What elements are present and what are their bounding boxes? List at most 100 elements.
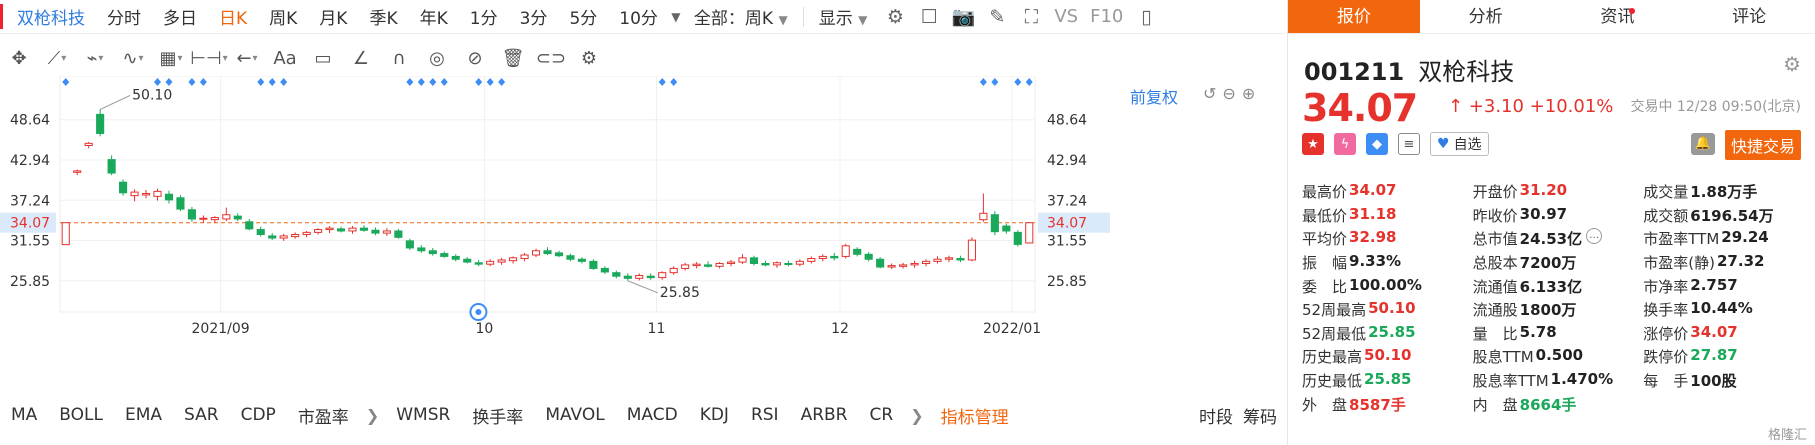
fullscreen-icon[interactable]: ⛶: [1018, 5, 1044, 29]
notes-icon[interactable]: ≡: [1398, 133, 1420, 155]
indicator-pe[interactable]: 市盈率: [287, 403, 360, 428]
period-10min[interactable]: 10分: [608, 4, 669, 29]
candle: [554, 250, 564, 258]
heart-icon: ♥: [1437, 136, 1450, 152]
period-daily-k[interactable]: 日K: [208, 4, 258, 29]
indicator-rsi[interactable]: RSI: [740, 405, 790, 425]
indicator-mavol[interactable]: MAVOL: [534, 405, 615, 425]
candle-body: [233, 215, 242, 220]
pencil-icon[interactable]: ✎: [984, 5, 1010, 29]
indicator-ema[interactable]: EMA: [114, 405, 173, 425]
period-3min[interactable]: 3分: [509, 4, 559, 29]
tab-quote[interactable]: 报价: [1288, 0, 1420, 33]
quick-trade-button[interactable]: 快捷交易: [1724, 130, 1801, 160]
candle-body: [658, 272, 667, 279]
indicator-ma[interactable]: MA: [0, 405, 48, 425]
camera-icon[interactable]: 📷: [950, 5, 976, 29]
indicator-kdj[interactable]: KDJ: [689, 405, 740, 425]
adjust-mode-button[interactable]: 前复权: [1130, 84, 1178, 108]
chevron-right-icon[interactable]: ❯: [904, 406, 929, 425]
trash-icon[interactable]: 🗑: [494, 43, 532, 73]
stat-cell: 股息率TTM 1.470%: [1473, 370, 1644, 391]
stat-value: 1.88万手: [1690, 183, 1758, 202]
indicator-wmsr[interactable]: WMSR: [385, 405, 461, 425]
candle: [314, 228, 323, 235]
comment-icon[interactable]: ▭: [304, 43, 342, 73]
period-multiday[interactable]: 多日: [152, 4, 208, 29]
chip-button[interactable]: 筹码: [1243, 403, 1277, 428]
period-1min[interactable]: 1分: [459, 4, 509, 29]
tag-icon[interactable]: ◆: [1366, 133, 1388, 155]
bell-icon[interactable]: 🔔: [1691, 133, 1715, 155]
tab-news[interactable]: 资讯: [1552, 0, 1684, 33]
zoom-out-icon[interactable]: ⊖: [1222, 84, 1235, 103]
chart-pattern-icon[interactable]: ▦ ▾: [152, 43, 190, 73]
indicator-sar[interactable]: SAR: [173, 405, 230, 425]
indicator-macd[interactable]: MACD: [616, 405, 689, 425]
chevron-down-icon[interactable]: ▼: [669, 5, 683, 29]
add-watchlist-button[interactable]: ♥ 自选: [1430, 132, 1489, 156]
candlestick-chart[interactable]: 48.64 48.64 42.94 42.94 37.24 37.24 31.55 31.55…: [0, 76, 1285, 396]
reset-icon[interactable]: ↺: [1203, 84, 1216, 103]
range-tool-icon[interactable]: ⊢⊣ ▾: [190, 43, 228, 73]
f10-button[interactable]: F10: [1084, 6, 1129, 27]
display-menu[interactable]: 显示 ▼: [808, 4, 879, 29]
indicator-cdp[interactable]: CDP: [230, 405, 287, 425]
eye-icon[interactable]: ◎: [418, 43, 456, 73]
candle: [921, 259, 931, 267]
lightning-icon[interactable]: ϟ: [1334, 133, 1356, 155]
candle-body: [669, 267, 678, 274]
candle: [681, 262, 690, 271]
stat-label: 历史最高: [1302, 348, 1363, 367]
indicator-boll[interactable]: BOLL: [48, 405, 114, 425]
candle: [84, 141, 93, 149]
tab-analysis[interactable]: 分析: [1420, 0, 1552, 33]
candle-body: [291, 234, 300, 238]
candle-body: [543, 250, 552, 255]
wave-tool-icon[interactable]: ∿ ▾: [114, 43, 152, 73]
candle-body: [279, 235, 288, 239]
indicator-cr[interactable]: CR: [859, 405, 905, 425]
candle: [1002, 223, 1011, 234]
line-tool-icon[interactable]: ⟋ ▾: [38, 43, 76, 73]
period-yearly-k[interactable]: 年K: [409, 4, 459, 29]
stock-name-tab[interactable]: 双枪科技: [0, 4, 96, 29]
period-quarterly-k[interactable]: 季K: [358, 4, 408, 29]
candle: [623, 273, 632, 281]
stat-value: 29.24: [1721, 228, 1769, 247]
settings-icon[interactable]: ⚙: [570, 43, 608, 73]
time-segment-button[interactable]: 时段: [1199, 403, 1233, 428]
period-weekly-k[interactable]: 周K: [258, 4, 308, 29]
polyline-tool-icon[interactable]: ⌁ ▾: [76, 43, 114, 73]
y-tick-label-left: 31.55: [10, 234, 50, 250]
hide-icon[interactable]: ⊘: [456, 43, 494, 73]
move-icon[interactable]: ✥: [0, 43, 38, 73]
range-select[interactable]: 全部：周K ▼: [683, 4, 799, 29]
chevron-right-icon[interactable]: ❯: [360, 406, 385, 425]
gear-icon[interactable]: ⚙: [1783, 52, 1801, 76]
more-icon[interactable]: …: [1586, 228, 1603, 245]
stat-value: 24.53亿: [1519, 230, 1583, 249]
tab-comments[interactable]: 评论: [1683, 0, 1815, 33]
compare-button[interactable]: VS: [1048, 6, 1084, 27]
square-icon[interactable]: ☐: [916, 5, 942, 29]
magnet-icon[interactable]: ∩: [380, 43, 418, 73]
indicator-arbr[interactable]: ARBR: [790, 405, 859, 425]
period-intraday[interactable]: 分时: [96, 4, 152, 29]
indicator-management-button[interactable]: 指标管理: [930, 403, 1020, 428]
indicator-turnover[interactable]: 换手率: [461, 403, 534, 428]
candle-body: [956, 258, 965, 261]
stat-value: 31.18: [1349, 204, 1397, 223]
angle-tool-icon[interactable]: ∠: [342, 43, 380, 73]
period-5min[interactable]: 5分: [558, 4, 608, 29]
arrow-tool-icon[interactable]: ← ▾: [228, 43, 266, 73]
candle-body: [818, 255, 827, 260]
text-tool-icon[interactable]: Aa: [266, 43, 304, 73]
zoom-in-icon[interactable]: ⊕: [1242, 84, 1255, 103]
gear-icon[interactable]: ⚙: [882, 5, 908, 29]
link-icon[interactable]: ⊂⊃: [532, 43, 570, 73]
period-monthly-k[interactable]: 月K: [308, 4, 358, 29]
panel-toggle-icon[interactable]: ▯: [1133, 5, 1159, 29]
candle: [153, 188, 162, 201]
candle-body: [864, 253, 873, 260]
